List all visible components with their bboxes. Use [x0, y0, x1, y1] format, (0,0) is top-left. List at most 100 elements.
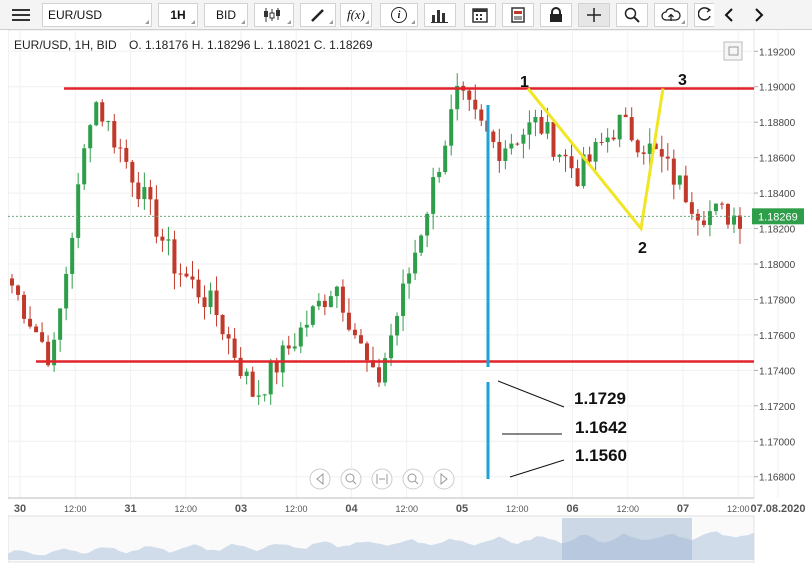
toolbar: EUR/USD 1H BID f(x) i	[0, 0, 812, 30]
crosshair-icon	[587, 8, 601, 22]
zoom-out-button[interactable]	[340, 468, 362, 490]
candle-body	[401, 283, 406, 316]
candle-body	[419, 235, 424, 253]
report-button[interactable]	[502, 3, 534, 27]
menu-icon	[12, 9, 30, 21]
y-tick-label: 1.19200	[759, 47, 796, 58]
candle-body	[262, 394, 267, 396]
candle-body	[563, 154, 568, 157]
candle-body	[551, 121, 556, 157]
y-tick-label: 1.19000	[759, 83, 796, 94]
x-tick-label: 12:00	[174, 504, 197, 514]
candle-body	[226, 334, 231, 339]
expand-chart-button[interactable]	[723, 41, 743, 61]
x-tick-label: 31	[124, 503, 136, 515]
fit-button[interactable]	[371, 468, 393, 490]
candle-body	[334, 286, 339, 297]
candle-body	[473, 99, 478, 110]
candle-body	[100, 102, 105, 122]
candle-body	[40, 332, 45, 342]
crosshair-button[interactable]	[578, 3, 610, 27]
cloud-upload-button[interactable]	[654, 3, 688, 27]
candle-body	[88, 125, 93, 149]
timeframe-select[interactable]: 1H	[158, 3, 198, 27]
candle-body	[629, 117, 634, 141]
candle-body	[389, 335, 394, 359]
candle-body	[130, 161, 135, 183]
y-tick-label: 1.17400	[759, 366, 796, 377]
candle-body	[28, 318, 33, 327]
draw-tool-button[interactable]	[300, 3, 336, 27]
candle-body	[202, 297, 207, 308]
annotation-value: 1.1729	[574, 389, 626, 408]
candle-body	[713, 203, 718, 212]
calendar-icon	[472, 8, 488, 23]
symbol-select[interactable]: EUR/USD	[42, 3, 152, 27]
candle-body	[244, 371, 249, 377]
ohlc-readout: O. 1.18176 H. 1.18296 L. 1.18021 C. 1.18…	[129, 38, 373, 52]
prev-icon	[724, 8, 733, 22]
candle-body	[521, 134, 526, 144]
candle-body	[611, 137, 616, 140]
candle-body	[142, 187, 147, 200]
scroll-left-button[interactable]	[309, 468, 331, 490]
y-tick-label: 1.17600	[759, 331, 796, 342]
refresh-button[interactable]	[694, 3, 714, 27]
price-chart[interactable]: 1.182691231.17291.16421.1560 1.192001.19…	[7, 29, 812, 565]
chart-area[interactable]: 1.18269 1 2 3 1.1729 1.1642 1.1560 1.19200 1.19…	[7, 29, 812, 565]
lock-button[interactable]	[540, 3, 572, 27]
candle-body	[503, 148, 508, 161]
x-tick-label: 05	[456, 503, 468, 515]
x-tick-label: 06	[566, 503, 578, 515]
candle-body	[304, 324, 309, 328]
candle-body	[719, 203, 724, 205]
y-tick-label: 1.18000	[759, 260, 796, 271]
info-button[interactable]: i	[380, 3, 418, 27]
candle-body	[425, 213, 430, 236]
x-tick-label: 12:00	[64, 504, 87, 514]
pattern-label-1: 1	[520, 74, 529, 91]
next-button[interactable]	[746, 3, 772, 27]
candle-body	[593, 141, 598, 162]
candle-body	[136, 182, 141, 200]
candle-body	[497, 141, 502, 161]
candle-body	[575, 168, 580, 187]
candle-body	[250, 371, 255, 397]
x-tick-label: 07	[677, 503, 689, 515]
candle-type-button[interactable]	[254, 3, 294, 27]
zoom-button[interactable]	[616, 3, 648, 27]
calendar-button[interactable]	[464, 3, 496, 27]
report-icon	[511, 7, 525, 23]
volume-navigator[interactable]	[7, 515, 755, 563]
candle-body	[491, 131, 496, 142]
candle-body	[214, 290, 219, 315]
candle-body	[635, 140, 640, 153]
zoom-in-button[interactable]	[402, 468, 424, 490]
candle-body	[695, 213, 700, 221]
function-icon: f(x)	[346, 7, 366, 22]
candle-type-icon	[264, 8, 280, 22]
candle-body	[527, 122, 532, 135]
candle-body	[286, 345, 291, 349]
candle-body	[58, 308, 63, 340]
price-side-select[interactable]: BID	[204, 3, 248, 27]
timeframe-label: 1H	[170, 8, 186, 22]
current-price-label: 1.18269	[758, 211, 798, 223]
menu-button[interactable]	[6, 3, 36, 27]
prev-button[interactable]	[716, 3, 742, 27]
candle-body	[22, 294, 27, 319]
bar-chart-button[interactable]	[424, 3, 456, 27]
candle-body	[479, 109, 484, 121]
candle-body	[34, 326, 39, 333]
candle-body	[569, 156, 574, 169]
x-tick-label: 12:00	[727, 504, 750, 514]
candle-body	[70, 237, 75, 274]
scroll-right-button[interactable]	[433, 468, 455, 490]
candle-body	[64, 273, 69, 309]
candle-body	[268, 361, 273, 395]
function-button[interactable]: f(x)	[340, 3, 372, 27]
candle-body	[539, 116, 544, 134]
candle-body	[316, 300, 321, 307]
candle-body	[148, 187, 153, 200]
annotation-value: 1.1642	[575, 418, 627, 437]
